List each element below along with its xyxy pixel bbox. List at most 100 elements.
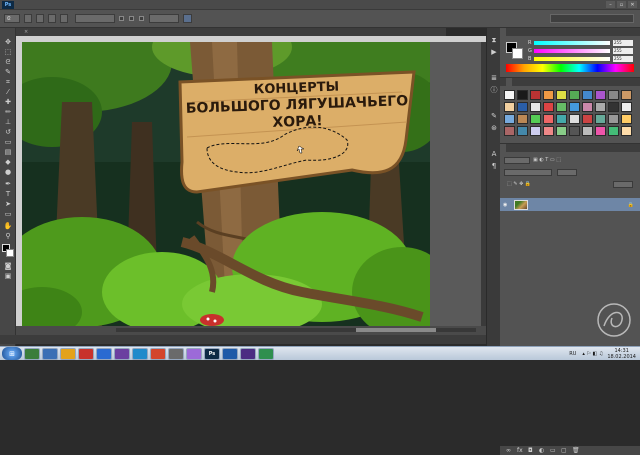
green-track[interactable]	[534, 48, 610, 53]
new-layer-icon[interactable]: ▢	[561, 447, 572, 454]
actions-panel-icon[interactable]: ▶	[489, 48, 499, 57]
style-swatch[interactable]	[517, 114, 528, 124]
history-brush-tool-icon[interactable]: ↺	[3, 128, 13, 137]
bridge-icon[interactable]	[186, 347, 202, 360]
pen-tool-icon[interactable]: ✒	[3, 180, 13, 189]
style-swatch[interactable]	[556, 90, 567, 100]
app2-icon[interactable]	[258, 347, 274, 360]
red-slider[interactable]: R 255	[528, 39, 636, 46]
style-swatch[interactable]	[543, 90, 554, 100]
style-swatch[interactable]	[569, 90, 580, 100]
style-swatch[interactable]	[556, 126, 567, 136]
selection-mode-intersect[interactable]	[60, 14, 68, 23]
background-color-swatch[interactable]	[6, 249, 14, 257]
crop-tool-icon[interactable]: ⌗	[3, 78, 13, 87]
green-value[interactable]: 255	[613, 47, 633, 54]
tool-icon[interactable]	[168, 347, 184, 360]
selection-mode-add[interactable]	[36, 14, 44, 23]
history-panel-icon[interactable]: ⧗	[489, 36, 499, 45]
red-value[interactable]: 255	[613, 39, 633, 46]
document-tab[interactable]: ×	[16, 28, 446, 36]
style-swatch[interactable]	[608, 102, 619, 112]
link-layers-icon[interactable]: ∞	[506, 447, 517, 454]
blue-slider[interactable]: B 255	[528, 55, 636, 62]
screen-mode-icon[interactable]: ▣	[3, 272, 13, 281]
style-swatch[interactable]	[621, 102, 632, 112]
workspace-dropdown[interactable]	[550, 14, 634, 23]
style-swatch[interactable]	[582, 126, 593, 136]
style-swatch[interactable]	[543, 126, 554, 136]
info-panel-icon[interactable]: ⓘ	[489, 86, 499, 95]
type-tool-icon[interactable]: T	[3, 190, 13, 199]
brush-panel-icon[interactable]: ✎	[489, 112, 499, 121]
layer-kind-filter[interactable]	[504, 156, 530, 164]
style-swatch[interactable]	[504, 114, 515, 124]
style-swatch[interactable]	[582, 90, 593, 100]
selection-mode-new[interactable]	[24, 14, 32, 23]
skype-icon[interactable]	[132, 347, 148, 360]
style-swatch[interactable]	[517, 126, 528, 136]
style-swatch[interactable]	[543, 114, 554, 124]
close-window-button[interactable]: ✕	[628, 1, 637, 8]
style-swatch[interactable]	[608, 90, 619, 100]
style-swatch[interactable]	[530, 114, 541, 124]
blend-mode-dropdown[interactable]	[504, 168, 552, 176]
folder-icon[interactable]	[60, 347, 76, 360]
style-swatch[interactable]	[595, 126, 606, 136]
properties-panel-icon[interactable]: ≣	[489, 74, 499, 83]
lasso-tool-icon[interactable]: ᘓ	[3, 58, 13, 67]
selection-mode-subtract[interactable]	[48, 14, 56, 23]
style-swatch[interactable]	[556, 102, 567, 112]
move-tool-icon[interactable]: ✥	[3, 38, 13, 47]
character-panel-icon[interactable]: A	[489, 150, 499, 159]
blue-value[interactable]: 255	[613, 55, 633, 62]
style-swatch[interactable]	[608, 114, 619, 124]
app-icon[interactable]	[114, 347, 130, 360]
add-mask-icon[interactable]: ◘	[528, 447, 539, 454]
blue-track[interactable]	[534, 56, 610, 61]
opacity-input[interactable]	[557, 168, 577, 176]
close-document-button[interactable]: ×	[24, 29, 28, 35]
tab-swatches[interactable]	[506, 28, 512, 36]
green-slider[interactable]: G 255	[528, 47, 636, 54]
style-swatch[interactable]	[517, 90, 528, 100]
language-indicator[interactable]: RU	[569, 351, 576, 357]
style-swatch[interactable]	[621, 126, 632, 136]
marquee-tool-icon[interactable]: ⬚	[3, 48, 13, 57]
clone-source-icon[interactable]: ⊛	[489, 124, 499, 133]
opt2-checkbox[interactable]	[129, 16, 134, 21]
photoshop-taskbar-icon[interactable]: Ps	[204, 347, 220, 360]
fx-icon[interactable]: fx	[517, 447, 528, 454]
horizontal-scrollbar[interactable]	[116, 328, 476, 332]
visibility-eye-icon[interactable]: ◉	[503, 202, 511, 208]
adjustment-layer-icon[interactable]: ◐	[539, 447, 550, 454]
clock[interactable]: 14:31 18.02.2014	[607, 348, 636, 360]
style-swatch[interactable]	[595, 90, 606, 100]
eraser-tool-icon[interactable]: ▭	[3, 138, 13, 147]
eyedropper-tool-icon[interactable]: ⁄	[3, 88, 13, 97]
style-swatch[interactable]	[530, 126, 541, 136]
explorer-icon[interactable]	[24, 347, 40, 360]
gradient-tool-icon[interactable]: ▤	[3, 148, 13, 157]
tray-icons[interactable]: ▴ ⚐ ◧ ♫	[582, 351, 603, 357]
style-swatch[interactable]	[569, 126, 580, 136]
style-swatch[interactable]	[504, 102, 515, 112]
document-canvas[interactable]: КОНЦЕРТЫ БОЛЬШОГО ЛЯГУШАЧЬЕГО ХОРА!	[22, 42, 430, 326]
layer-row-background[interactable]: ◉ 🔒	[500, 198, 640, 211]
path-select-tool-icon[interactable]: ➤	[3, 200, 13, 209]
style-swatch[interactable]	[621, 90, 632, 100]
style-swatch[interactable]	[595, 114, 606, 124]
mini-bridge-bar[interactable]	[0, 335, 486, 344]
dodge-tool-icon[interactable]: ●	[3, 168, 13, 177]
style-swatch[interactable]	[595, 102, 606, 112]
style-swatch[interactable]	[504, 90, 515, 100]
style-swatch[interactable]	[517, 102, 528, 112]
fill-input[interactable]	[613, 180, 633, 188]
style-swatch[interactable]	[530, 90, 541, 100]
premiere-icon[interactable]	[240, 347, 256, 360]
hand-tool-icon[interactable]: ✋	[3, 222, 13, 231]
start-button[interactable]: ⊞	[2, 347, 22, 360]
stamp-tool-icon[interactable]: ⊥	[3, 118, 13, 127]
new-group-icon[interactable]: ▭	[550, 447, 561, 454]
background-swatch[interactable]	[512, 48, 523, 59]
